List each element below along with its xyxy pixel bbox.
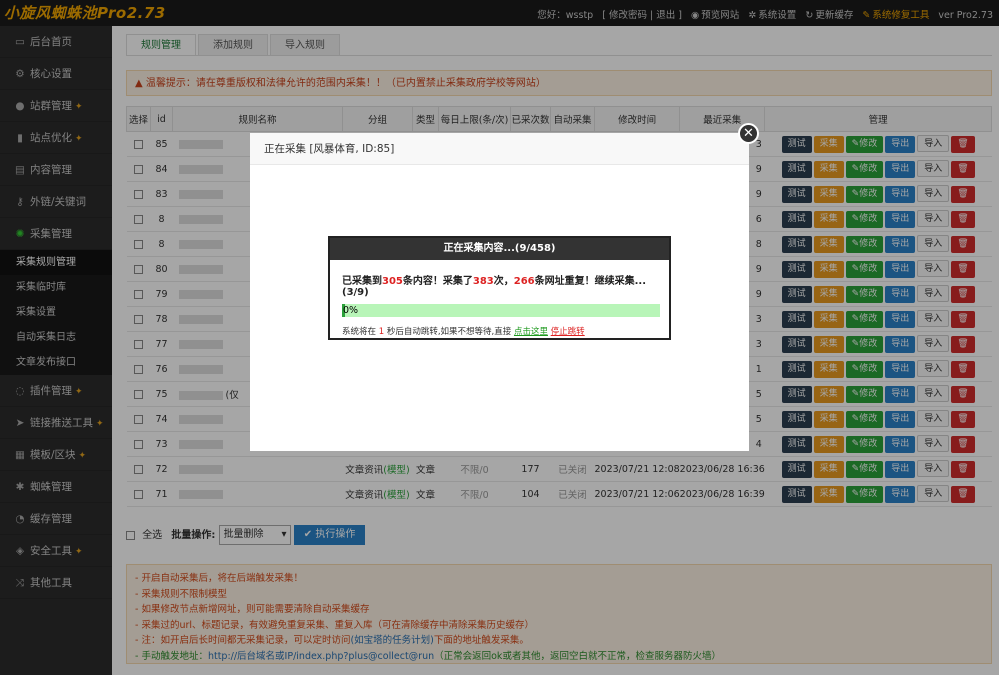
progress-message: 已采集到305条内容！采集了383次，266条网址重复！继续采集...(3/9) <box>342 276 647 298</box>
redirect-note: 系统将在 1 秒后自动跳转,如果不想等待,直接 点击这里 停止跳转 <box>342 327 585 337</box>
click-here-link[interactable]: 点击这里 <box>514 327 548 337</box>
modal-title: 正在采集 [风暴体育, ID:85] <box>250 133 749 165</box>
close-icon[interactable]: ✕ <box>738 123 759 144</box>
progress-bar: 0% <box>342 304 660 317</box>
progress-dialog: 正在采集内容...(9/458) 已采集到305条内容！采集了383次，266条… <box>328 236 671 340</box>
stop-redirect-link[interactable]: 停止跳转 <box>551 327 585 337</box>
progress-percent: 0% <box>343 305 359 316</box>
progress-title: 正在采集内容...(9/458) <box>330 238 669 260</box>
